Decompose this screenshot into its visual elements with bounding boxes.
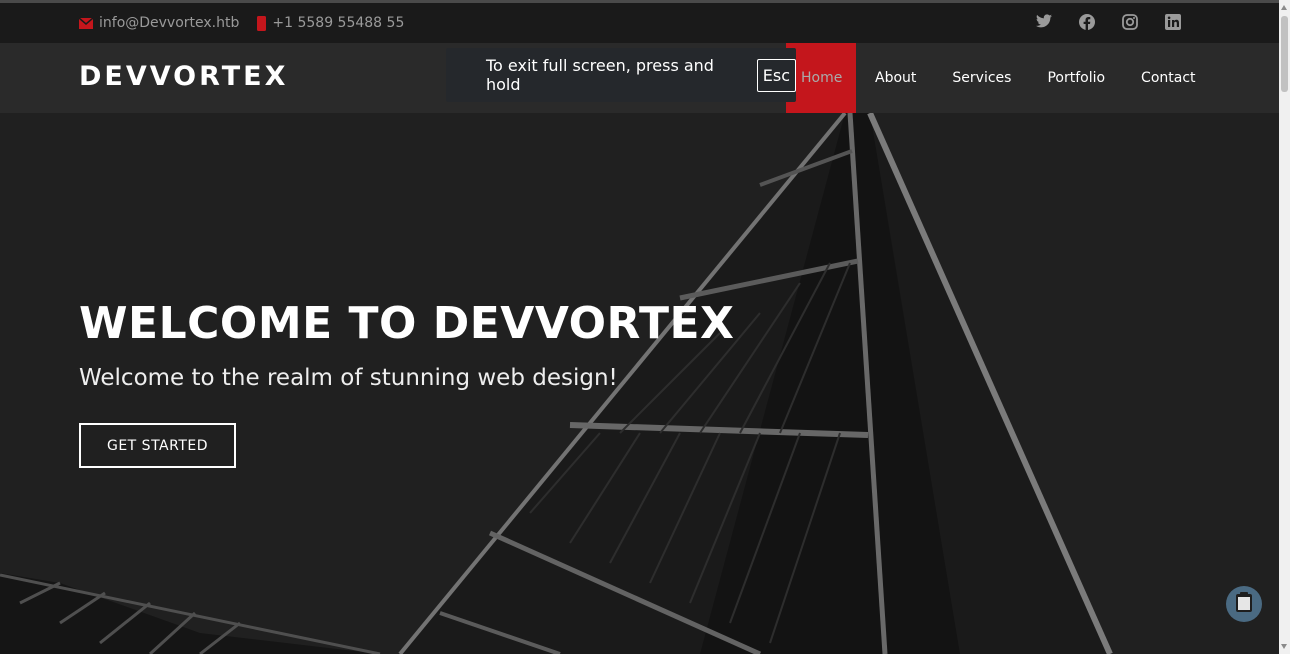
twitter-icon[interactable] — [1036, 14, 1054, 32]
nav-item-services[interactable]: Services — [935, 43, 1028, 113]
facebook-icon[interactable] — [1079, 14, 1097, 32]
nav-item-about[interactable]: About — [858, 43, 933, 113]
esc-key-badge: Esc — [756, 58, 796, 92]
hero-section: WELCOME TO DEVVORTEX Welcome to the real… — [0, 113, 1279, 654]
nav-item-contact[interactable]: Contact — [1124, 43, 1212, 113]
phone-icon — [257, 15, 267, 31]
scroll-down-icon[interactable] — [1281, 644, 1287, 649]
email-text: info@Devvortex.htb — [99, 15, 240, 31]
main-nav: Home About Services Portfolio Contact — [786, 43, 1213, 113]
clipboard-float-button[interactable] — [1226, 586, 1262, 622]
site-logo[interactable]: DEVVORTEX — [79, 61, 288, 92]
contact-info: info@Devvortex.htb +1 5589 55488 55 — [79, 15, 422, 31]
hero-title: WELCOME TO DEVVORTEX — [79, 298, 735, 349]
social-links — [1036, 14, 1183, 32]
nav-item-home[interactable]: Home — [786, 43, 856, 113]
linkedin-icon[interactable] — [1165, 14, 1183, 32]
scroll-up-icon[interactable] — [1281, 5, 1287, 10]
envelope-icon — [79, 17, 93, 29]
fullscreen-exit-notice: To exit full screen, press and hold Esc — [446, 48, 796, 102]
clipboard-icon — [1235, 592, 1253, 616]
nav-item-portfolio[interactable]: Portfolio — [1030, 43, 1122, 113]
top-bar: info@Devvortex.htb +1 5589 55488 55 — [0, 0, 1279, 43]
phone-text: +1 5589 55488 55 — [272, 15, 405, 31]
page-scrollbar[interactable] — [1279, 0, 1290, 654]
phone-contact[interactable]: +1 5589 55488 55 — [257, 15, 404, 31]
scrollbar-thumb[interactable] — [1281, 16, 1288, 92]
fullscreen-notice-text: To exit full screen, press and hold — [486, 56, 714, 94]
email-contact[interactable]: info@Devvortex.htb — [79, 15, 239, 31]
instagram-icon[interactable] — [1122, 14, 1140, 32]
get-started-button[interactable]: GET STARTED — [79, 423, 236, 468]
hero-subtitle: Welcome to the realm of stunning web des… — [79, 365, 618, 391]
